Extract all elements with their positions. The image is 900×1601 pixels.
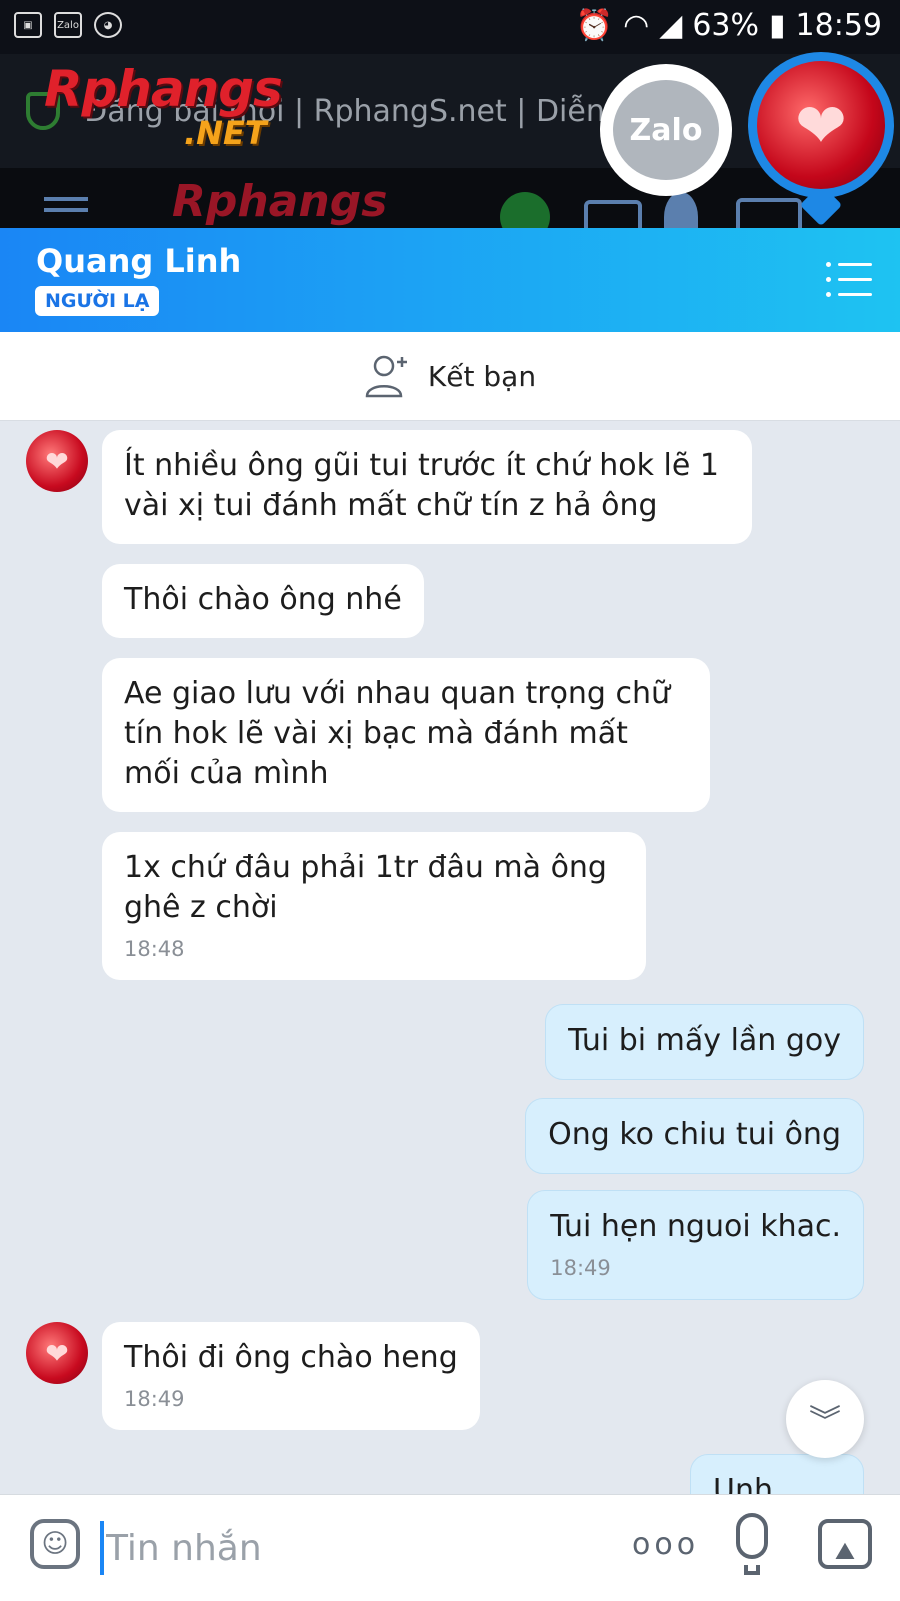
zalo-chat-head[interactable]: Zalo bbox=[600, 64, 732, 196]
microphone-stand bbox=[744, 1565, 760, 1575]
zalo-label: Zalo bbox=[629, 112, 703, 148]
message-bubble-outgoing[interactable]: Tui bi mấy lần goy bbox=[545, 1004, 864, 1080]
mail-icon[interactable] bbox=[584, 200, 642, 228]
heart-avatar-icon: ❤ bbox=[757, 61, 885, 189]
site-logo[interactable]: Rphangs .NET bbox=[44, 60, 283, 152]
contact-avatar[interactable]: ❤ bbox=[26, 430, 88, 492]
scroll-to-bottom-button[interactable]: ︾ bbox=[786, 1380, 864, 1458]
message-time: 18:49 bbox=[124, 1387, 185, 1411]
message-text: Ong ko chiu tui ông bbox=[548, 1117, 841, 1152]
message-bubble-incoming[interactable]: Ae giao lưu với nhau quan trọng chữ tín … bbox=[102, 658, 710, 812]
message-text: Tui bi mấy lần goy bbox=[568, 1023, 841, 1058]
image-gallery-icon[interactable]: ⛰ bbox=[818, 1519, 872, 1569]
hamburger-menu-icon[interactable] bbox=[44, 208, 88, 212]
contact-avatar[interactable]: ❤ bbox=[26, 1322, 88, 1384]
message-input-bar: ☺ ooo ⛰ bbox=[0, 1494, 900, 1601]
site-logo-text: Rphangs bbox=[44, 60, 283, 118]
system-indicators: ⏰ ◠ ◢ 63% ▮ 18:59 bbox=[576, 8, 882, 43]
message-text: Thôi đi ông chào heng bbox=[124, 1340, 458, 1375]
wifi-icon: ◠ bbox=[623, 8, 650, 43]
gallery-icon: ▣ bbox=[14, 12, 42, 38]
message-text: 1x chứ đâu phải 1tr đâu mà ông ghê z chờ… bbox=[124, 850, 607, 925]
contact-name[interactable]: Quang Linh bbox=[36, 242, 241, 280]
more-options-icon[interactable]: ooo bbox=[632, 1527, 699, 1562]
forum-logo[interactable]: Rphangs bbox=[172, 176, 387, 227]
message-bubble-incoming[interactable]: Thôi chào ông nhé bbox=[102, 564, 424, 638]
clock: 18:59 bbox=[795, 8, 882, 43]
message-bubble-outgoing[interactable]: Tui hẹn nguoi khac. 18:49 bbox=[527, 1190, 864, 1300]
battery-icon: ▮ bbox=[769, 8, 786, 43]
bell-icon[interactable] bbox=[664, 192, 698, 228]
zalo-icon: Zalo bbox=[54, 12, 82, 38]
menu-list-icon[interactable] bbox=[826, 262, 872, 298]
add-friend-icon bbox=[365, 355, 407, 398]
message-bubble-incoming[interactable]: 1x chứ đâu phải 1tr đâu mà ông ghê z chờ… bbox=[102, 832, 646, 980]
message-bubble-incoming[interactable]: Thôi đi ông chào heng 18:49 bbox=[102, 1322, 480, 1430]
double-chevron-down-icon: ︾ bbox=[808, 1402, 841, 1440]
contact-chat-head[interactable]: ❤ bbox=[748, 52, 894, 198]
notification-icons: ▣ Zalo ◕ bbox=[14, 12, 122, 38]
message-text: Thôi chào ông nhé bbox=[124, 582, 402, 617]
site-logo-suffix: .NET bbox=[184, 114, 267, 152]
message-input[interactable] bbox=[104, 1519, 568, 1577]
message-text: Tui hẹn nguoi khac. bbox=[550, 1209, 841, 1244]
add-friend-label: Kết bạn bbox=[427, 359, 537, 393]
zalo-logo-icon: Zalo bbox=[613, 80, 719, 180]
message-text: Ae giao lưu với nhau quan trọng chữ tín … bbox=[124, 676, 671, 791]
battery-percent: 63% bbox=[692, 8, 760, 43]
add-friend-button[interactable]: Kết bạn bbox=[0, 332, 900, 421]
message-bubble-outgoing[interactable]: Ong ko chiu tui ông bbox=[525, 1098, 864, 1174]
shop-icon[interactable] bbox=[736, 198, 802, 228]
stranger-badge: NGƯỜI LẠ bbox=[35, 286, 160, 316]
forum-toolbar: Rphangs bbox=[0, 168, 900, 228]
message-time: 18:48 bbox=[124, 937, 185, 961]
message-time: 18:49 bbox=[550, 1256, 611, 1280]
emoji-sticker-icon[interactable]: ☺ bbox=[30, 1519, 80, 1569]
pet-icon: ◕ bbox=[94, 12, 122, 38]
chat-header: Quang Linh NGƯỜI LẠ bbox=[0, 228, 900, 332]
status-bar: ▣ Zalo ◕ ⏰ ◠ ◢ 63% ▮ 18:59 bbox=[0, 0, 900, 54]
message-bubble-incoming[interactable]: Ít nhiều ông gũi tui trước ít chứ hok lẽ… bbox=[102, 430, 752, 544]
message-text: Ít nhiều ông gũi tui trước ít chứ hok lẽ… bbox=[124, 448, 719, 523]
microphone-icon[interactable] bbox=[736, 1513, 768, 1559]
signal-icon: ◢ bbox=[659, 8, 683, 43]
user-avatar-icon[interactable] bbox=[500, 192, 550, 228]
alarm-icon: ⏰ bbox=[575, 8, 614, 43]
